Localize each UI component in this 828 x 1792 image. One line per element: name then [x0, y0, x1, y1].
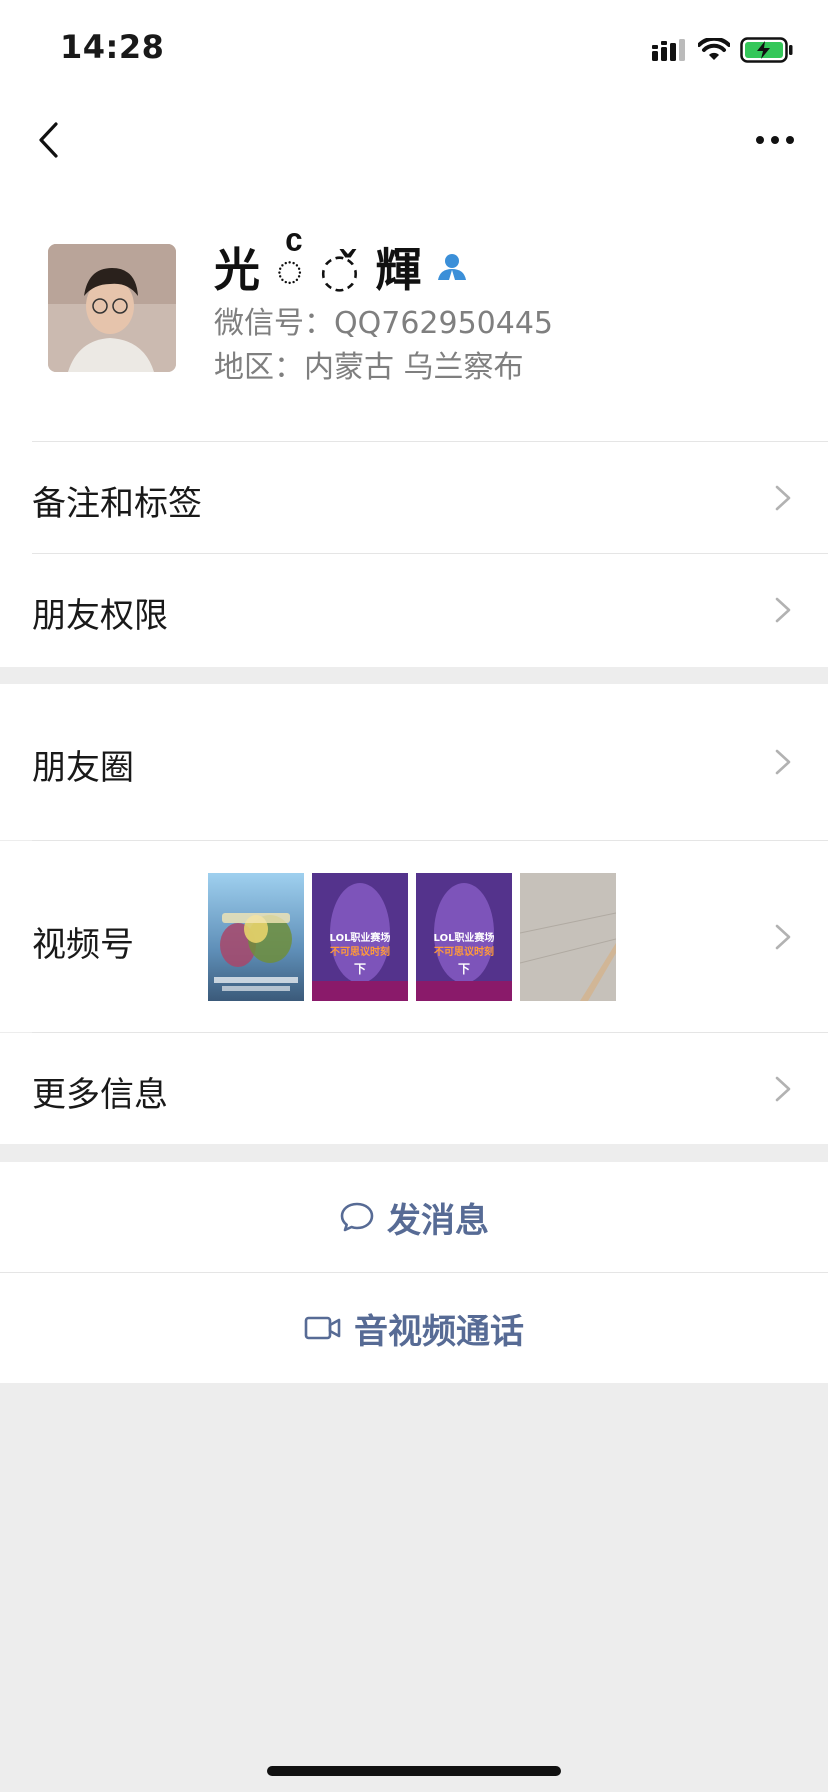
chevron-right-icon: [775, 1076, 791, 1102]
display-name: 光 ◌ͨ ◌̌ 輝: [214, 243, 422, 297]
channels-row[interactable]: 视频号 LOL职业赛场 不可思议时刻 下 LOL职业赛场 不可思议时刻 下: [0, 841, 828, 1032]
avatar[interactable]: [48, 244, 176, 372]
audio-video-call-label: 音视频通话: [354, 1311, 524, 1352]
remark-and-tags-row[interactable]: 备注和标签: [0, 442, 828, 553]
moments-row[interactable]: 朋友圈: [0, 684, 828, 840]
avatar-image: [48, 244, 176, 372]
status-time: 14:28: [60, 28, 165, 66]
more-dots-icon: [756, 136, 794, 144]
wifi-icon: [698, 38, 730, 60]
channel-thumbnail[interactable]: LOL职业赛场 不可思议时刻 下: [416, 873, 512, 1001]
svg-text:LOL职业赛场: LOL职业赛场: [434, 931, 495, 944]
svg-text:LOL职业赛场: LOL职业赛场: [330, 931, 391, 944]
signal-icon: [652, 39, 685, 61]
svg-text:下: 下: [354, 962, 366, 976]
profile-header: 光 ◌ͨ ◌̌ 輝 微信号：QQ762950445 地区：内蒙古 乌兰察布: [0, 216, 828, 385]
contact-person-icon: [437, 254, 466, 282]
chevron-left-icon: [39, 122, 58, 158]
moments-label: 朋友圈: [32, 748, 134, 788]
back-button[interactable]: [26, 116, 70, 164]
chevron-right-icon: [775, 597, 791, 623]
more-options-button[interactable]: [748, 118, 802, 162]
send-message-button[interactable]: 发消息: [0, 1162, 828, 1272]
region: 地区：内蒙古 乌兰察布: [214, 350, 524, 385]
battery-charging-icon: [740, 37, 793, 63]
chevron-right-icon: [775, 924, 791, 950]
navigation-bar: [0, 96, 828, 184]
channels-thumbnails: LOL职业赛场 不可思议时刻 下 LOL职业赛场 不可思议时刻 下: [208, 873, 616, 1001]
more-info-label: 更多信息: [32, 1075, 168, 1115]
name-row: 光 ◌ͨ ◌̌ 輝: [214, 234, 468, 300]
channel-thumbnail-image: [208, 873, 304, 1001]
status-icons: [652, 34, 794, 66]
more-info-row[interactable]: 更多信息: [0, 1033, 828, 1144]
friend-permissions-row[interactable]: 朋友权限: [0, 554, 828, 666]
chevron-right-icon: [775, 749, 791, 775]
channel-thumbnail[interactable]: [520, 873, 616, 1001]
video-camera-icon: [304, 1316, 341, 1340]
channel-thumbnail-image: LOL职业赛场 不可思议时刻 下: [416, 873, 512, 1001]
svg-text:不可思议时刻: 不可思议时刻: [330, 945, 390, 958]
chat-bubble-icon: [340, 1202, 374, 1232]
svg-text:下: 下: [458, 962, 470, 976]
channel-thumbnail-image: [520, 873, 616, 1001]
svg-text:不可思议时刻: 不可思议时刻: [434, 945, 494, 958]
wechat-id: 微信号：QQ762950445: [214, 306, 554, 341]
channel-thumbnail-image: LOL职业赛场 不可思议时刻 下: [312, 873, 408, 1001]
status-bar: 14:28: [0, 0, 828, 96]
audio-video-call-button[interactable]: 音视频通话: [0, 1273, 828, 1383]
chevron-right-icon: [775, 485, 791, 511]
channels-label: 视频号: [32, 925, 134, 965]
remark-and-tags-label: 备注和标签: [32, 484, 202, 524]
friend-permissions-label: 朋友权限: [32, 596, 168, 636]
home-indicator: [267, 1766, 561, 1776]
channel-thumbnail[interactable]: [208, 873, 304, 1001]
send-message-label: 发消息: [387, 1200, 489, 1241]
channel-thumbnail[interactable]: LOL职业赛场 不可思议时刻 下: [312, 873, 408, 1001]
